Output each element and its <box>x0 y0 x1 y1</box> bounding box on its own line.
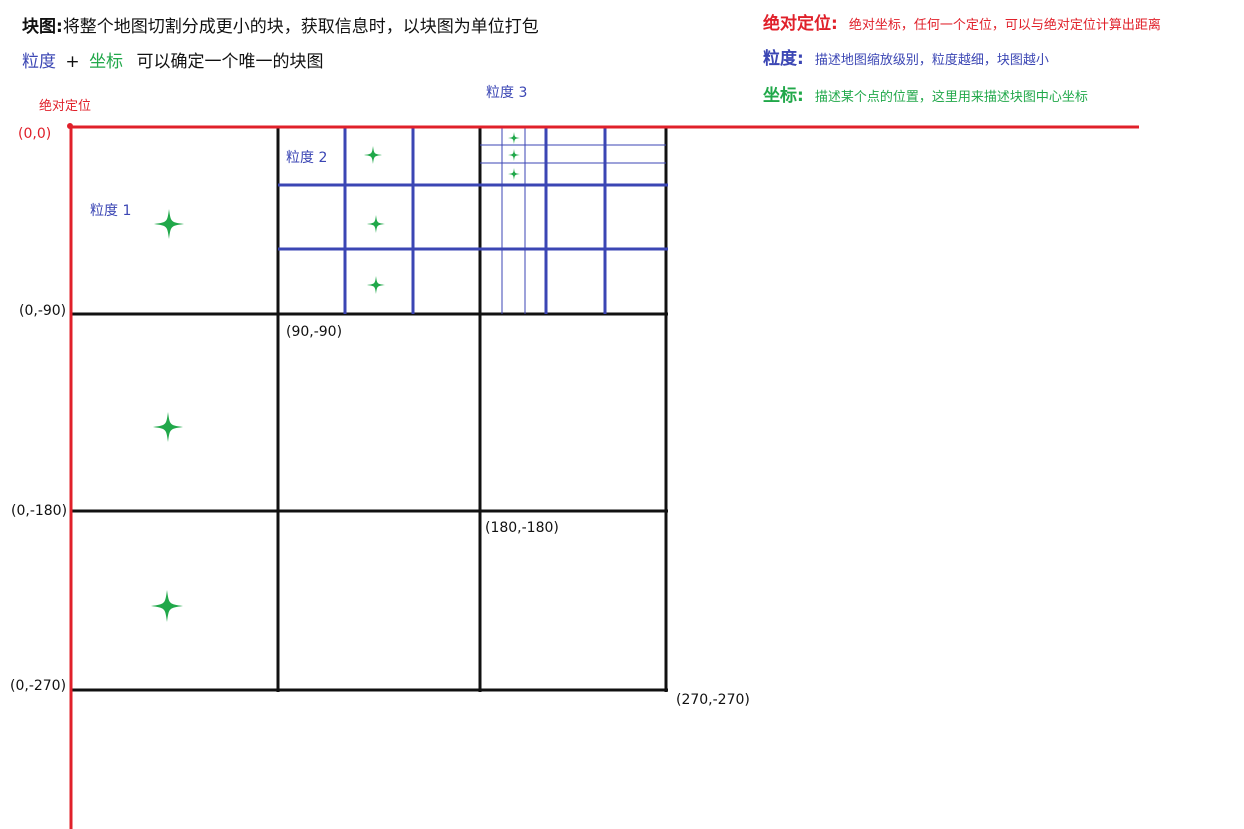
star-icon <box>367 215 385 233</box>
absolute-origin-label: 绝对定位 <box>39 99 92 114</box>
star-icon <box>508 149 520 161</box>
star-icon <box>153 412 183 442</box>
origin-dot <box>67 123 73 129</box>
coord-270-270: (270,-270) <box>676 692 750 708</box>
star-icon <box>367 276 385 294</box>
granularity-3-grid <box>480 127 666 314</box>
coord-y-90: (0,-90) <box>19 303 67 319</box>
star-icon <box>508 168 520 180</box>
center-markers <box>151 132 520 622</box>
coord-y-270: (0,-270) <box>10 678 67 694</box>
granularity-2-grid <box>278 127 668 314</box>
star-icon <box>364 146 382 164</box>
granularity-1-label: 粒度 1 <box>90 203 132 219</box>
coord-180-180: (180,-180) <box>485 520 559 536</box>
granularity-2-label: 粒度 2 <box>286 150 328 166</box>
coord-90-90: (90,-90) <box>286 324 343 340</box>
coord-y-180: (0,-180) <box>11 503 68 519</box>
star-icon <box>151 590 183 622</box>
granularity-3-label: 粒度 3 <box>486 85 528 101</box>
star-icon <box>508 132 520 144</box>
coord-origin: (0,0) <box>18 126 52 142</box>
grid-diagram <box>67 123 1139 829</box>
star-icon <box>154 209 184 239</box>
